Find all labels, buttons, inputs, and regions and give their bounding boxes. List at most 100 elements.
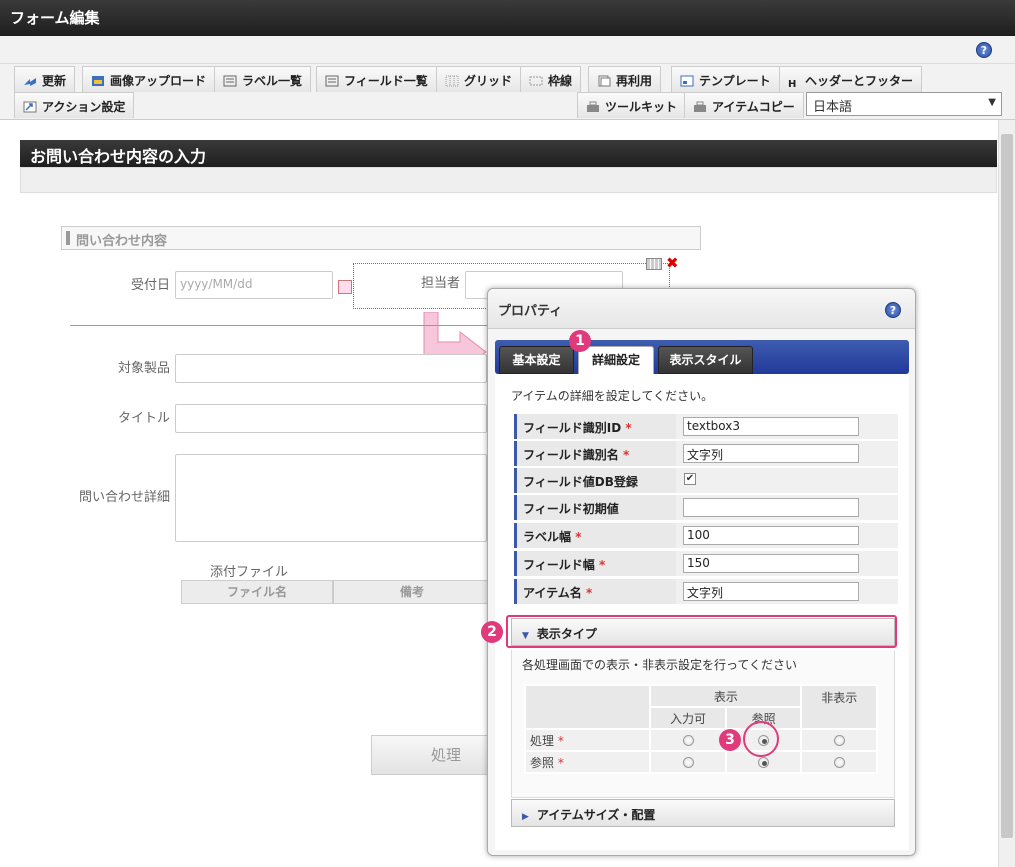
action-settings-button[interactable]: アクション設定 [14,92,135,118]
update-icon [23,75,37,87]
product-input[interactable] [175,354,487,383]
prop-label: ラベル幅 [523,530,572,544]
col-show: 表示 [649,684,803,708]
help-bar: ? [0,36,1015,64]
grid-handle-icon[interactable] [646,258,662,270]
title-input[interactable] [175,404,487,433]
field-id-input[interactable]: textbox3 [683,417,859,436]
prop-label: フィールド識別ID [523,421,622,435]
tab-basic-settings[interactable]: 基本設定 [499,346,574,374]
col-input: 入力可 [649,706,727,730]
db-register-checkbox[interactable]: ✔ [684,473,696,485]
toolkit-icon [586,101,600,113]
row-process-label: 処理 [530,733,555,748]
calendar-icon[interactable] [338,280,352,294]
col-hide: 非表示 [800,684,878,730]
callout-highlight-3 [743,721,779,757]
item-name-input[interactable]: 文字列 [683,582,859,601]
received-date-label: 受付日 [130,278,170,293]
image-upload-button[interactable]: 画像アップロード [82,66,216,92]
grid-icon [445,75,459,87]
dialog-help-icon[interactable]: ? [885,302,901,318]
detail-textarea[interactable] [175,454,487,542]
toolkit-button[interactable]: ツールキット [577,92,687,118]
grid-button[interactable]: グリッド [436,66,522,92]
required-mark: * [586,586,593,600]
initial-value-input[interactable] [683,498,859,517]
required-mark: * [598,558,606,572]
display-type-description: 各処理画面での表示・非表示設定を行ってください [522,658,798,672]
label-list-button[interactable]: ラベル一覧 [214,66,312,92]
scrollbar-thumb[interactable] [1001,134,1013,838]
template-button[interactable]: テンプレート [671,66,780,92]
help-icon[interactable]: ? [976,42,992,58]
image-upload-icon [91,75,105,87]
vertical-scrollbar[interactable] [998,120,1015,867]
process-hide-radio[interactable] [833,735,845,746]
prop-row-initial-value: フィールド初期値 [514,495,898,521]
required-mark: * [557,755,564,770]
chevron-down-icon: ▼ [988,97,996,108]
required-mark: * [625,421,632,435]
section-heading: 問い合わせ内容 [61,226,701,250]
row-reference-label: 参照 [530,755,555,770]
prop-label: フィールド値DB登録 [523,475,638,489]
received-date-input[interactable]: yyyy/MM/dd [175,271,333,299]
triangle-right-icon: ▶ [522,812,529,822]
tab-detail-settings[interactable]: 詳細設定 [578,346,654,374]
window-title: フォーム編集 [0,0,1015,36]
divider [70,325,500,326]
product-label: 対象製品 [117,361,170,376]
callout-badge-1: 1 [569,330,591,352]
prop-row-label-width: ラベル幅 * 100 [514,523,898,549]
detail-description: アイテムの詳細を設定してください。 [511,389,714,403]
attachment-table-header: ファイル名 備考 [181,580,491,604]
reuse-icon [597,75,611,87]
title-label: タイトル [117,411,170,426]
reference-ref-radio[interactable] [758,757,770,768]
owner-label: 担当者 [420,276,460,291]
prop-row-field-name: フィールド識別名 * 文字列 [514,441,898,467]
tab-display-style[interactable]: 表示スタイル [658,346,753,374]
field-width-input[interactable]: 150 [683,554,859,573]
field-list-icon [325,75,339,87]
field-name-input[interactable]: 文字列 [683,444,859,463]
callout-badge-3: 3 [719,729,741,751]
language-select[interactable]: 日本語 ▼ [806,92,1002,116]
item-copy-button[interactable]: アイテムコピー [684,92,804,118]
required-mark: * [557,733,564,748]
border-icon [529,75,543,87]
prop-row-db-register: フィールド値DB登録 ✔ [514,468,898,494]
item-copy-icon [693,101,707,113]
detail-label: 問い合わせ詳細 [78,490,170,505]
action-icon [23,101,37,113]
dialog-title: プロパティ ? [488,289,915,329]
process-input-radio[interactable] [682,735,694,746]
dialog-tab-bar: 基本設定 詳細設定 表示スタイル [495,340,909,374]
prop-row-field-id: フィールド識別ID * textbox3 [514,414,898,440]
form-header-bar [20,167,997,193]
template-icon [680,75,694,87]
callout-badge-2: 2 [481,621,503,643]
reference-hide-radio[interactable] [833,757,845,768]
reuse-button[interactable]: 再利用 [588,66,662,92]
item-size-accordion[interactable]: ▶ アイテムサイズ・配置 [511,799,895,827]
prop-label: フィールド識別名 [523,448,619,462]
form-title: お問い合わせ内容の入力 [20,140,997,167]
prop-label: アイテム名 [523,586,582,600]
prop-label: フィールド幅 [523,558,595,572]
label-width-input[interactable]: 100 [683,526,859,545]
header-footer-button[interactable]: H ヘッダーとフッター [779,66,923,92]
attach-col-note: 備考 [333,580,491,604]
update-button[interactable]: 更新 [14,66,76,92]
prop-row-field-width: フィールド幅 * 150 [514,551,898,577]
reference-input-radio[interactable] [682,757,694,768]
close-icon[interactable]: ✖ [666,254,679,272]
callout-highlight-2 [506,615,897,648]
border-button[interactable]: 枠線 [520,66,582,92]
required-mark: * [622,448,630,462]
header-footer-icon: H [788,79,797,90]
field-list-button[interactable]: フィールド一覧 [316,66,437,92]
prop-label: フィールド初期値 [523,502,619,516]
label-list-icon [223,75,237,87]
